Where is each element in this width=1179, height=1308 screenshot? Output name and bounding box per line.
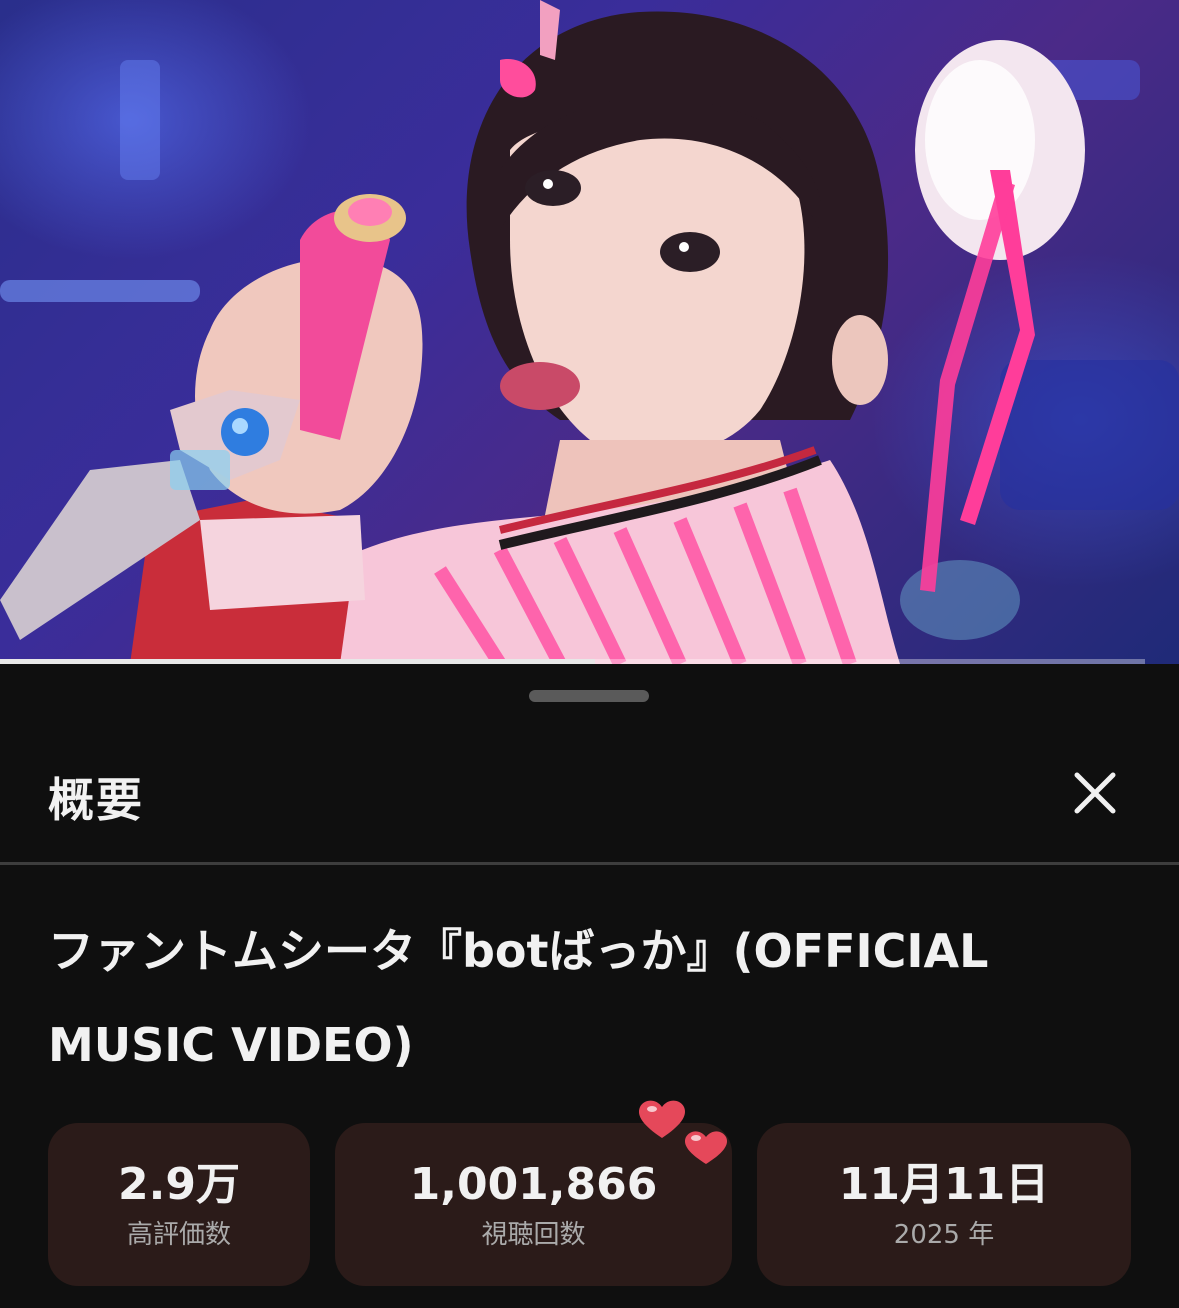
publish-year: 2025 年 — [893, 1219, 995, 1250]
likes-stat: 2.9万 高評価数 — [48, 1123, 310, 1286]
header-divider — [0, 862, 1179, 865]
likes-label: 高評価数 — [126, 1219, 231, 1250]
description-sheet: 概要 ファントムシータ『botばっか』(OFFICIAL MUSIC VIDEO… — [0, 664, 1179, 1308]
drag-handle[interactable] — [529, 690, 649, 702]
hearts-sticker-icon — [638, 1100, 728, 1164]
video-thumbnail — [0, 0, 1179, 664]
publish-date: 11月11日 — [838, 1158, 1050, 1210]
date-stat: 11月11日 2025 年 — [757, 1123, 1131, 1286]
video-title: ファントムシータ『botばっか』(OFFICIAL MUSIC VIDEO) — [48, 924, 989, 1072]
likes-count: 2.9万 — [118, 1158, 240, 1210]
close-button[interactable] — [1062, 760, 1128, 826]
video-player[interactable] — [0, 0, 1179, 664]
sheet-header: 概要 — [0, 724, 1179, 864]
close-icon — [1074, 772, 1116, 814]
views-count: 1,001,866 — [409, 1158, 658, 1210]
sheet-title: 概要 — [48, 773, 144, 827]
views-label: 視聴回数 — [481, 1219, 586, 1250]
